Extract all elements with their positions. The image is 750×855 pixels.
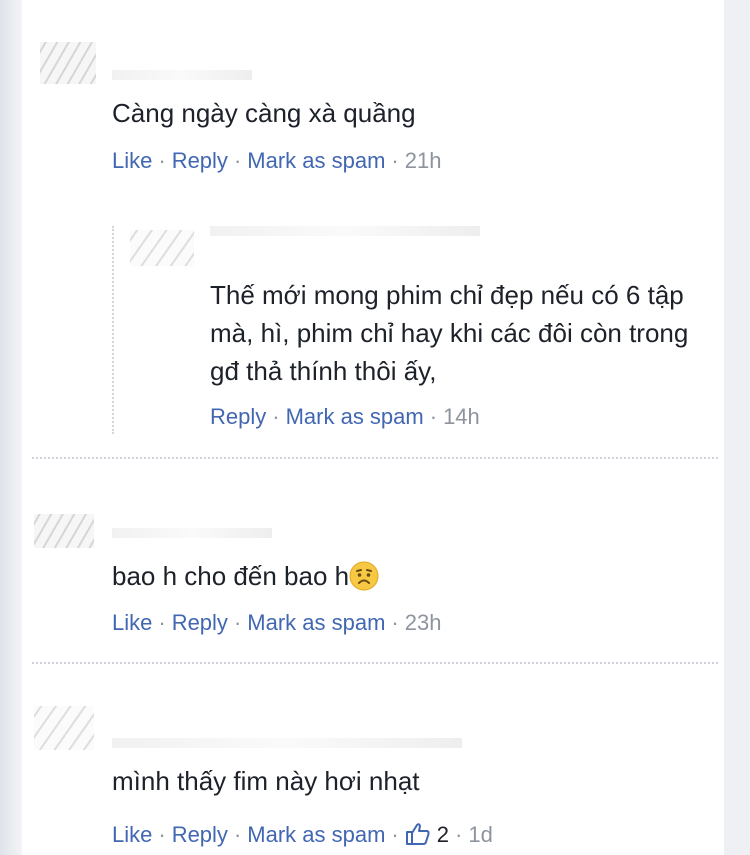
mark-as-spam-link[interactable]: Mark as spam — [247, 822, 385, 847]
separator-dot: · — [455, 822, 463, 847]
mark-as-spam-link[interactable]: Mark as spam — [286, 404, 424, 429]
reply-link[interactable]: Reply — [210, 404, 266, 429]
comment-actions: Like · Reply · Mark as spam · 23h — [112, 610, 441, 636]
mark-as-spam-link[interactable]: Mark as spam — [247, 610, 385, 635]
separator-dot: · — [158, 610, 166, 635]
comment-divider — [32, 457, 718, 459]
avatar[interactable] — [130, 230, 194, 266]
thumbs-up-icon[interactable] — [405, 822, 431, 846]
commenter-name-redacted[interactable] — [210, 226, 480, 236]
reply-link[interactable]: Reply — [172, 822, 228, 847]
like-link[interactable]: Like — [112, 148, 152, 173]
left-background-strip — [0, 0, 22, 855]
avatar[interactable] — [34, 706, 94, 750]
timestamp[interactable]: 21h — [405, 148, 442, 173]
comment-text: bao h cho đến bao h — [112, 557, 379, 595]
reply-text: Thế mới mong phim chỉ đẹp nếu có 6 tập m… — [210, 280, 689, 386]
comment-text: Càng ngày càng xà quầng — [112, 98, 416, 128]
right-background-strip — [724, 0, 750, 855]
reply-link[interactable]: Reply — [172, 610, 228, 635]
mark-as-spam-link[interactable]: Mark as spam — [247, 148, 385, 173]
avatar[interactable] — [34, 514, 94, 548]
separator-dot: · — [391, 822, 399, 847]
separator-dot: · — [429, 404, 438, 429]
timestamp[interactable]: 23h — [405, 610, 442, 635]
separator-dot: · — [272, 404, 280, 429]
avatar[interactable] — [40, 42, 96, 84]
separator-dot: · — [391, 148, 399, 173]
like-link[interactable]: Like — [112, 610, 152, 635]
comment-actions: Like · Reply · Mark as spam · 2 · 1d — [112, 822, 493, 848]
separator-dot: · — [233, 822, 242, 847]
commenter-name-redacted[interactable] — [112, 70, 252, 80]
timestamp[interactable]: 14h — [443, 404, 480, 429]
separator-dot: · — [233, 148, 242, 173]
separator-dot: · — [233, 610, 242, 635]
comment-actions: Like · Reply · Mark as spam · 21h — [112, 148, 441, 174]
comment-text: mình thấy fim này hơi nhạt — [112, 766, 420, 796]
reply-thread-rail — [112, 226, 114, 434]
commenter-name-redacted[interactable] — [112, 528, 272, 538]
like-link[interactable]: Like — [112, 822, 152, 847]
comments-page: Càng ngày càng xà quầng Like · Reply · Mark … — [0, 0, 750, 855]
separator-dot: · — [391, 610, 399, 635]
comment-text-body: bao h cho đến bao h — [112, 561, 350, 591]
reply-actions: Reply · Mark as spam · 14h — [210, 404, 480, 430]
reply-link[interactable]: Reply — [172, 148, 228, 173]
like-count: 2 — [436, 822, 449, 847]
commenter-name-redacted[interactable] — [112, 738, 462, 748]
separator-dot: · — [158, 148, 166, 173]
timestamp[interactable]: 1d — [468, 822, 492, 847]
separator-dot: · — [158, 822, 166, 847]
comment-divider — [32, 662, 718, 664]
worried-face-icon — [349, 561, 379, 591]
